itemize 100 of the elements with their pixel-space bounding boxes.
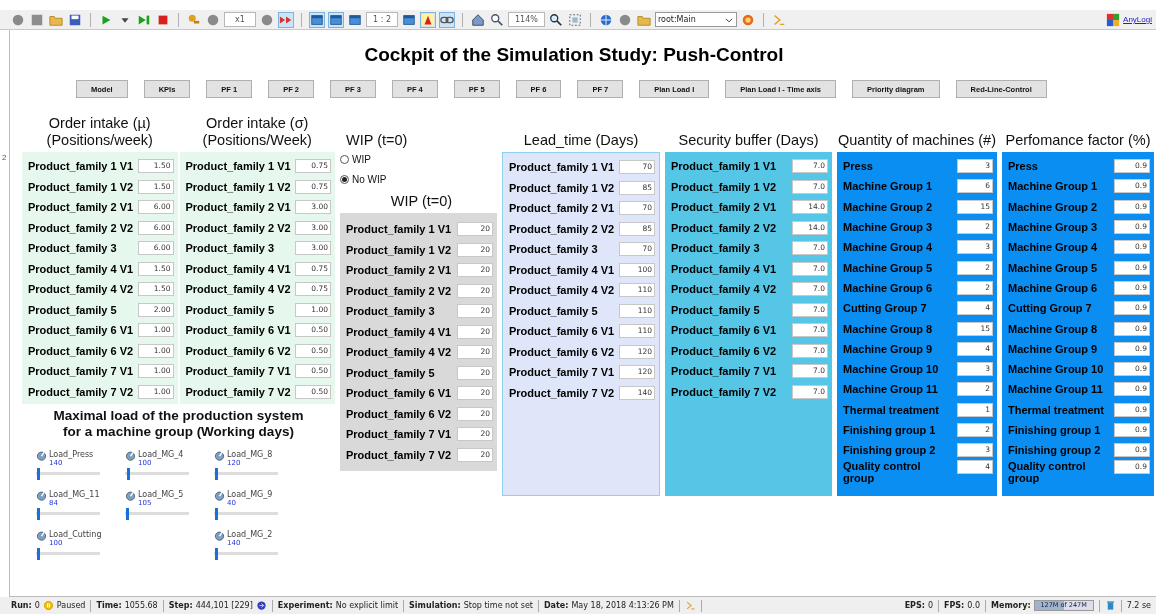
slider-label: Load_MG_9 [227, 490, 273, 499]
step-icon [255, 600, 267, 611]
field-label: Machine Group 2 [1008, 200, 1098, 213]
field-label: Product_family 2 V2 [346, 284, 452, 297]
highlight-button[interactable] [420, 11, 436, 28]
toolbar-field[interactable]: 1 : 2 [366, 12, 398, 27]
field-label: Product_family 2 V1 [185, 201, 291, 214]
field-label: Product_family 5 [509, 304, 598, 317]
save-icon [68, 12, 82, 27]
circle-icon [206, 12, 220, 27]
circle-icon [11, 12, 25, 27]
toolbar-field[interactable]: 114% [508, 12, 545, 27]
pause-icon [42, 600, 54, 611]
dial-icon [214, 530, 225, 541]
home-icon [471, 12, 485, 27]
field-label: Product_family 7 V1 [509, 366, 615, 379]
field-label: Product_family 4 V2 [671, 283, 777, 296]
field-label: Product_family 1 V1 [185, 160, 291, 173]
target-icon [740, 12, 755, 27]
field-label: Product_family 7 V1 [671, 365, 777, 378]
globe-icon [598, 12, 613, 27]
slider-thumb[interactable] [37, 508, 41, 520]
field-label: Machine Group 9 [843, 342, 933, 355]
slider-label: Load_MG_4 [138, 450, 184, 459]
field-label: Press [1008, 160, 1038, 173]
window-button[interactable] [309, 11, 325, 28]
slider-thumb[interactable] [215, 508, 219, 520]
window-icon [348, 12, 362, 27]
field-label: Product_family 6 V1 [185, 324, 291, 337]
field-label: Machine Group 6 [1008, 281, 1098, 294]
field-label: Product_family 4 V2 [509, 284, 615, 297]
field-label: Finishing group 2 [1008, 444, 1101, 457]
field-label: Thermal treatment [1008, 403, 1104, 416]
section-heading: Order intake (µ) (Positions/week) [45, 118, 154, 150]
brand-link[interactable]: AnyLogi [1106, 12, 1152, 27]
field-label: Machine Group 1 [843, 180, 933, 193]
field-label: Finishing group 1 [1008, 424, 1101, 436]
home-button[interactable] [470, 11, 486, 28]
zoom-out-button[interactable] [489, 11, 505, 28]
status-label: Memory: [991, 601, 1031, 610]
status-value: 1055.68 [124, 601, 158, 610]
square-icon [30, 12, 44, 27]
field-label: Product_family 5 [28, 303, 117, 316]
slider-thumb[interactable] [37, 468, 41, 480]
dial-icon [36, 450, 47, 461]
field-label: Product_family 5 [671, 303, 760, 316]
field-label: Machine Group 2 [843, 200, 933, 213]
logo-icon [1106, 12, 1121, 27]
field-label: Machine Group 11 [1008, 383, 1103, 396]
slider-thumb[interactable] [215, 548, 219, 560]
field-label: Machine Group 3 [1008, 221, 1098, 234]
field-label: Product_family 2 V2 [509, 222, 615, 235]
fast-forward-button[interactable] [278, 11, 294, 28]
field-label: Product_family 5 [346, 366, 435, 379]
status-label: Date: [543, 601, 569, 610]
link-button[interactable] [439, 11, 455, 28]
dial-icon [214, 490, 225, 501]
zoom-in-icon [548, 12, 563, 27]
view-dropdown[interactable]: root:Main [654, 12, 737, 27]
field-label: Product_family 7 V1 [346, 428, 452, 441]
slider-thumb[interactable] [215, 468, 219, 480]
field-label: Product_family 6 V1 [671, 324, 777, 337]
field-label: Machine Group 4 [843, 241, 933, 254]
field-label: Product_family 7 V1 [185, 365, 291, 378]
field-label: Finishing group 2 [843, 444, 936, 457]
field-label: Product_family 3 [671, 242, 760, 255]
field-label: Product_family 7 V1 [28, 365, 134, 378]
field-label: Product_family 1 V2 [185, 180, 291, 193]
field-label: Product_family 4 V2 [28, 283, 134, 296]
dropdown-value: root:Main [657, 15, 696, 24]
field-label: Product_family 4 V1 [509, 263, 615, 276]
status-label: Experiment: [277, 601, 333, 610]
highlight-icon [421, 12, 435, 27]
field-label: Machine Group 8 [843, 322, 933, 335]
section-heading: Quantity of machines (#) [837, 131, 997, 150]
section-heading: WIP (t=0) [389, 192, 454, 211]
status-label: Simulation: [409, 601, 461, 610]
field-label: Machine Group 9 [1008, 342, 1098, 355]
radio-button[interactable]: No WIP [340, 169, 497, 189]
field-label: Product_family 2 V1 [509, 202, 615, 215]
field-label: Product_family 4 V2 [346, 346, 452, 359]
field-label: Product_family 2 V2 [185, 221, 291, 234]
window-button[interactable] [328, 11, 344, 28]
radio-button[interactable]: WIP [340, 149, 497, 169]
field-label: Machine Group 3 [843, 221, 933, 234]
toolbar-field[interactable]: x1 [224, 12, 256, 27]
field-label: Product_family 4 V2 [185, 283, 291, 296]
dial-icon [36, 530, 47, 541]
field-label: Product_family 6 V2 [185, 344, 291, 357]
field-label: Product_family 1 V2 [509, 181, 615, 194]
field-label: Product_family 3 [346, 305, 435, 318]
field-label: Product_family 3 [509, 243, 598, 256]
dial-icon [214, 450, 225, 461]
dial-icon [36, 490, 47, 501]
slider-thumb[interactable] [37, 548, 41, 560]
zoom-in-button[interactable] [547, 11, 564, 28]
field-label: Machine Group 10 [843, 363, 939, 376]
slider-thumb[interactable] [126, 508, 130, 520]
circle-icon [617, 12, 632, 27]
slider-thumb[interactable] [126, 468, 130, 480]
